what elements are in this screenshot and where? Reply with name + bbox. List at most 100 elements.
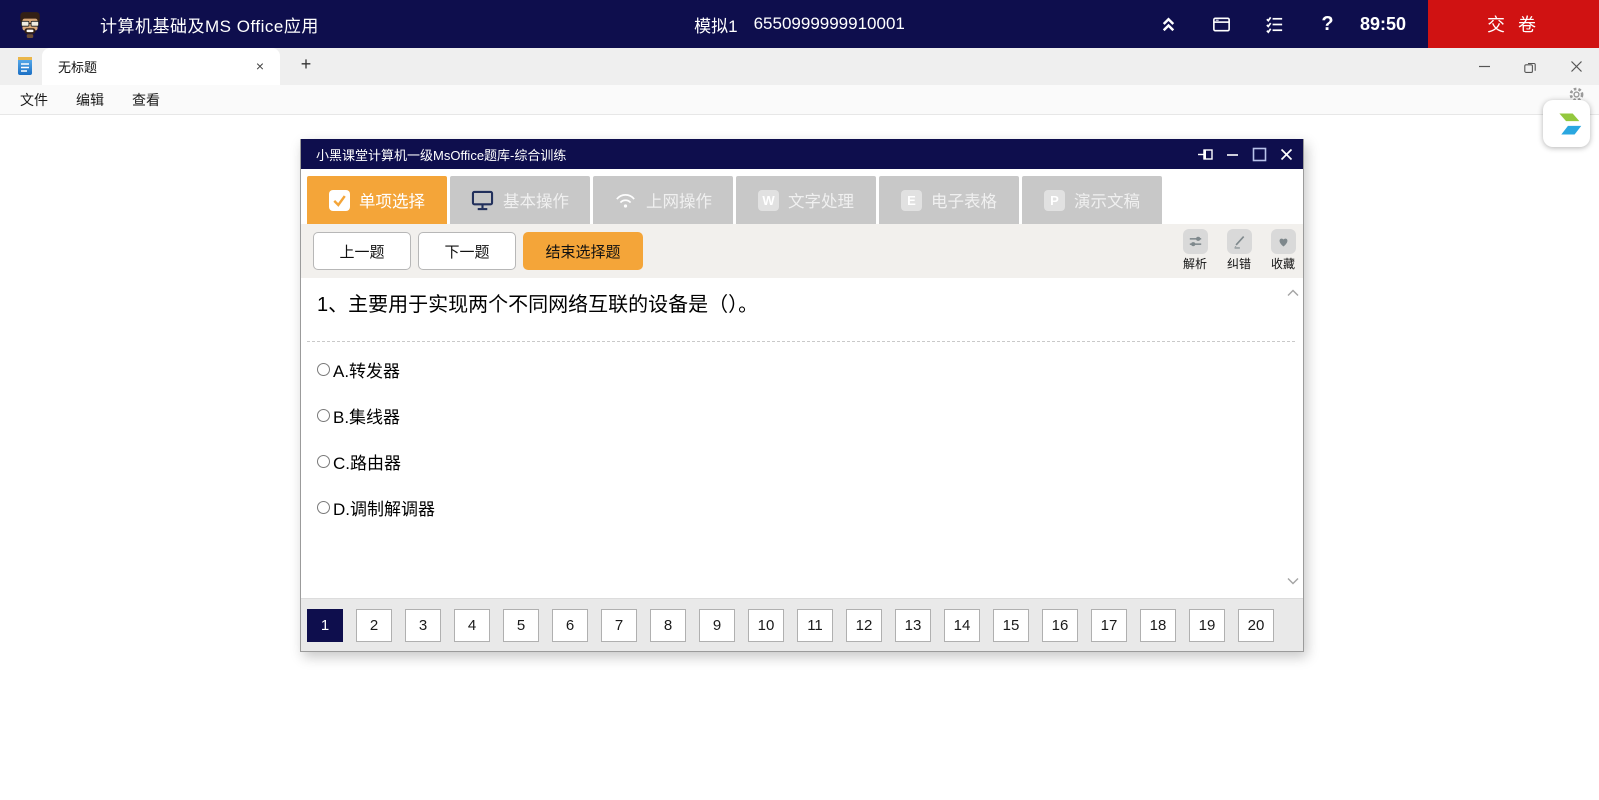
menu-file[interactable]: 文件 (6, 86, 62, 114)
topbar-actions: ? 89:50 交 卷 (1142, 0, 1599, 48)
submit-exam-button[interactable]: 交 卷 (1428, 0, 1599, 48)
sliders-icon (1183, 229, 1208, 254)
question-grid-cell[interactable]: 12 (846, 609, 882, 642)
dialog-titlebar: 小黑课堂计算机一级MsOffice题库-综合训练 (301, 139, 1303, 169)
question-grid-cell[interactable]: 7 (601, 609, 637, 642)
restore-icon[interactable] (1507, 48, 1553, 85)
question-grid-cell[interactable]: 19 (1189, 609, 1225, 642)
exam-topbar: 计算机基础及MS Office应用 模拟1 6550999999910001 ?… (0, 0, 1599, 48)
radio-icon[interactable] (317, 363, 330, 376)
next-question-button[interactable]: 下一题 (418, 232, 516, 270)
check-icon (329, 190, 350, 211)
dialog-title: 小黑课堂计算机一级MsOffice题库-综合训练 (316, 145, 566, 164)
word-icon: W (758, 190, 779, 211)
question-number-grid: 1 2 3 4 5 6 7 8 9 10 11 12 13 14 15 16 1… (301, 598, 1303, 651)
exam-id: 6550999999910001 (754, 14, 905, 34)
scroll-up-icon[interactable] (1287, 284, 1299, 302)
tab-label: 电子表格 (931, 188, 997, 212)
window-controls (1461, 48, 1599, 85)
question-grid-cell[interactable]: 17 (1091, 609, 1127, 642)
tool-label: 纠错 (1227, 255, 1251, 272)
pencil-icon (1227, 229, 1252, 254)
question-type-tabs: 单项选择 基本操作 上网操作 W (301, 169, 1303, 224)
question-grid-cell[interactable]: 5 (503, 609, 539, 642)
notepad-tab[interactable]: 无标题 × (42, 48, 280, 85)
question-grid-cell[interactable]: 8 (650, 609, 686, 642)
floating-widget-logo[interactable] (1543, 100, 1590, 147)
question-grid-cell[interactable]: 14 (944, 609, 980, 642)
exam-session-info: 模拟1 6550999999910001 (694, 0, 905, 48)
question-text: 1、主要用于实现两个不同网络互联的设备是（）。 (301, 278, 1303, 320)
question-grid-cell[interactable]: 1 (307, 609, 343, 642)
question-grid-cell[interactable]: 10 (748, 609, 784, 642)
tab-internet-operation[interactable]: 上网操作 (593, 176, 733, 224)
tab-close-icon[interactable]: × (256, 57, 264, 75)
minimize-icon[interactable] (1461, 48, 1507, 85)
excel-icon: E (901, 190, 922, 211)
question-grid-cell[interactable]: 6 (552, 609, 588, 642)
option-b[interactable]: B.集线器 (317, 403, 1303, 428)
report-error-button[interactable]: 纠错 (1222, 229, 1256, 272)
tab-presentation[interactable]: P 演示文稿 (1022, 176, 1162, 224)
user-avatar-icon (16, 10, 44, 38)
tab-label: 单项选择 (359, 188, 425, 212)
monitor-icon (471, 190, 494, 211)
question-grid-cell[interactable]: 13 (895, 609, 931, 642)
tab-label: 基本操作 (503, 188, 569, 212)
tab-label: 上网操作 (646, 188, 712, 212)
quiz-dialog: 小黑课堂计算机一级MsOffice题库-综合训练 (300, 139, 1304, 652)
dialog-title-actions (1196, 145, 1303, 163)
tab-basic-operation[interactable]: 基本操作 (450, 176, 590, 224)
notepad-app-icon (14, 55, 36, 77)
pin-icon[interactable] (1196, 145, 1214, 163)
menu-view[interactable]: 查看 (118, 86, 174, 114)
question-tools: 解析 纠错 收藏 (1178, 229, 1300, 272)
question-nav-toolbar: 上一题 下一题 结束选择题 解析 (301, 224, 1303, 278)
analysis-button[interactable]: 解析 (1178, 229, 1212, 272)
question-grid-cell[interactable]: 18 (1140, 609, 1176, 642)
question-grid-cell[interactable]: 20 (1238, 609, 1274, 642)
collapse-icon[interactable] (1142, 0, 1195, 48)
option-a[interactable]: A.转发器 (317, 357, 1303, 382)
tab-label: 文字处理 (788, 188, 854, 212)
radio-icon[interactable] (317, 409, 330, 422)
menu-edit[interactable]: 编辑 (62, 86, 118, 114)
tool-label: 解析 (1183, 255, 1207, 272)
notepad-menubar: 文件 编辑 查看 (0, 85, 1599, 115)
ppt-icon: P (1044, 190, 1065, 211)
question-grid-cell[interactable]: 9 (699, 609, 735, 642)
notepad-tabstrip: 无标题 × + (0, 48, 1599, 85)
help-icon[interactable]: ? (1301, 0, 1354, 48)
question-grid-cell[interactable]: 15 (993, 609, 1029, 642)
finish-choice-button[interactable]: 结束选择题 (523, 232, 643, 270)
dialog-maximize-icon[interactable] (1250, 145, 1268, 163)
question-grid-cell[interactable]: 2 (356, 609, 392, 642)
prev-question-button[interactable]: 上一题 (313, 232, 411, 270)
question-grid-cell[interactable]: 3 (405, 609, 441, 642)
tab-word-processing[interactable]: W 文字处理 (736, 176, 876, 224)
question-panel: 1、主要用于实现两个不同网络互联的设备是（）。 A.转发器 B.集线器 C.路由… (301, 278, 1303, 598)
question-divider (307, 341, 1295, 342)
dialog-close-icon[interactable] (1277, 145, 1295, 163)
new-tab-button[interactable]: + (294, 54, 318, 75)
option-label: A.转发器 (333, 357, 400, 382)
question-grid-cell[interactable]: 4 (454, 609, 490, 642)
option-c[interactable]: C.路由器 (317, 449, 1303, 474)
radio-icon[interactable] (317, 501, 330, 514)
exam-title: 计算机基础及MS Office应用 (100, 12, 319, 37)
tab-label: 演示文稿 (1074, 188, 1140, 212)
favorite-button[interactable]: 收藏 (1266, 229, 1300, 272)
radio-icon[interactable] (317, 455, 330, 468)
tab-single-choice[interactable]: 单项选择 (307, 176, 447, 224)
question-grid-cell[interactable]: 16 (1042, 609, 1078, 642)
close-icon[interactable] (1553, 48, 1599, 85)
window-icon[interactable] (1195, 0, 1248, 48)
dialog-minimize-icon[interactable] (1223, 145, 1241, 163)
checklist-icon[interactable] (1248, 0, 1301, 48)
tool-label: 收藏 (1271, 255, 1295, 272)
tab-spreadsheet[interactable]: E 电子表格 (879, 176, 1019, 224)
scroll-down-icon[interactable] (1287, 572, 1299, 590)
question-grid-cell[interactable]: 11 (797, 609, 833, 642)
option-label: D.调制解调器 (333, 495, 435, 520)
option-d[interactable]: D.调制解调器 (317, 495, 1303, 520)
